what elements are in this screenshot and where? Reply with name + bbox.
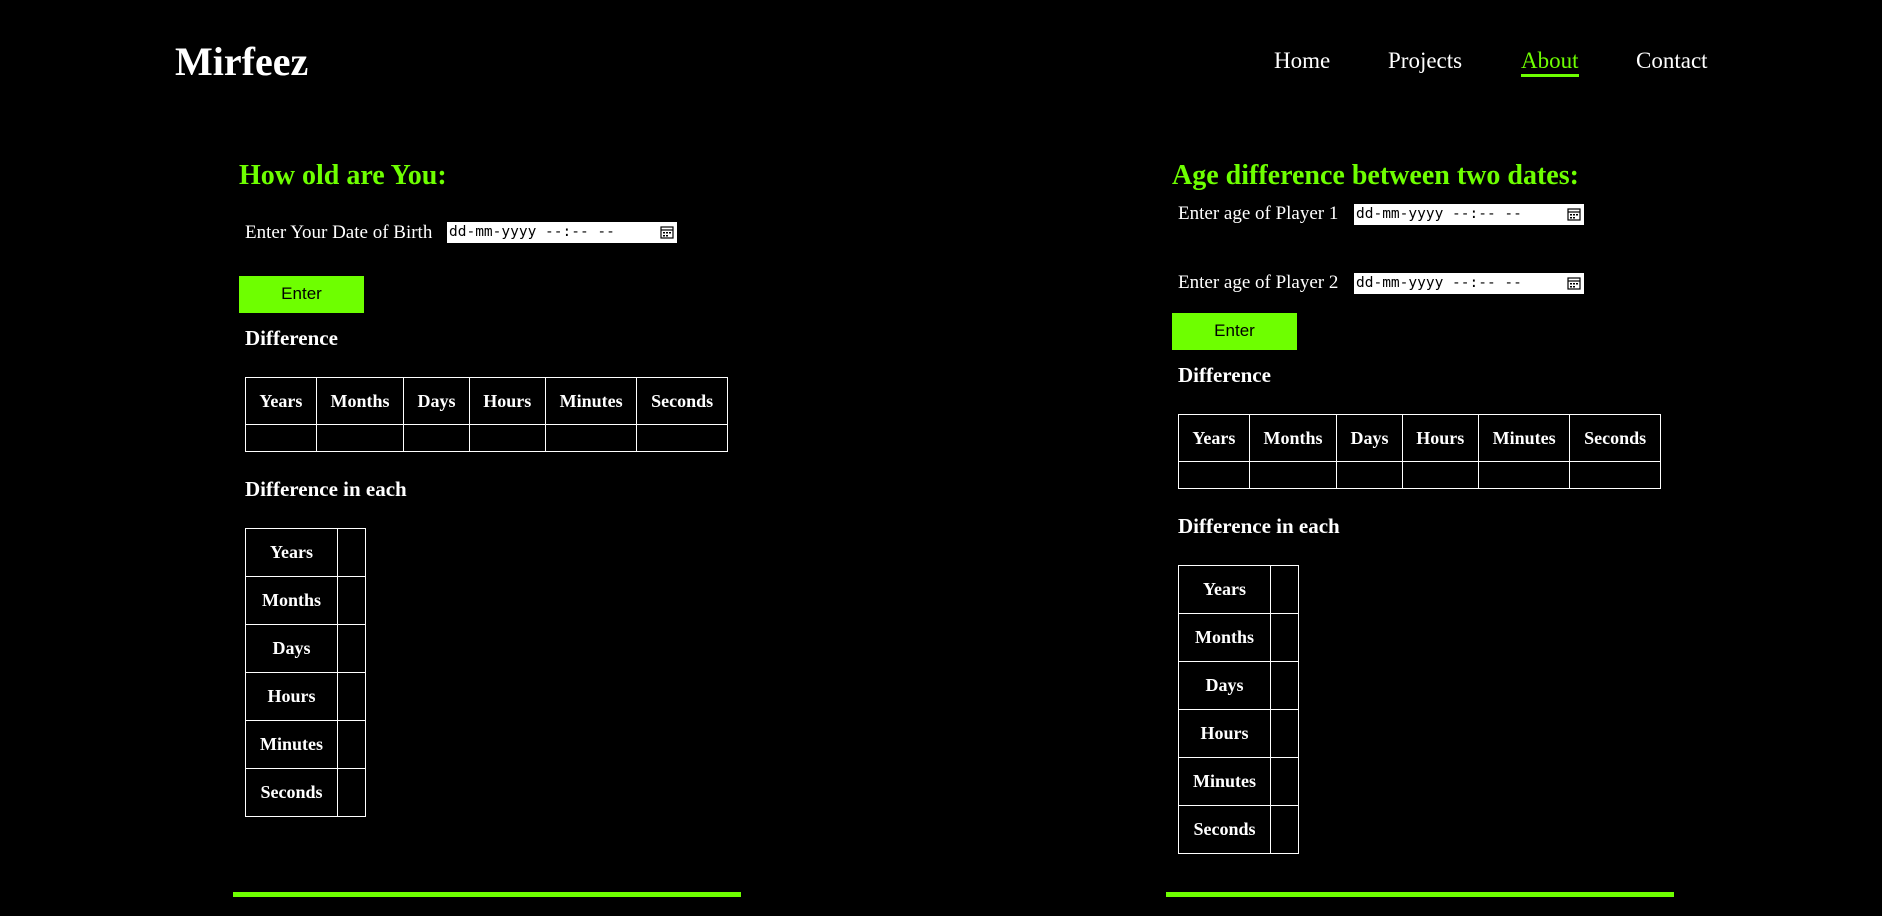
left-enter-button[interactable]: Enter [239,276,364,313]
player2-placeholder: dd-mm-yyyy --:-- -- [1356,275,1522,291]
col-days: Days [403,377,470,425]
right-divider [1166,892,1674,897]
value-seconds [1270,805,1299,854]
dob-label: Enter Your Date of Birth [245,222,433,243]
value-months [1270,613,1299,662]
value-minutes [337,720,366,769]
value-seconds [1569,461,1661,489]
site-logo[interactable]: Mirfeez [175,38,308,85]
value-hours [337,672,366,721]
player1-date-input[interactable]: dd-mm-yyyy --:-- -- [1354,204,1584,225]
value-hours [468,424,546,452]
player1-label: Enter age of Player 1 [1178,203,1339,224]
col-minutes: Minutes [1477,414,1571,462]
left-difference-table: Years Months Days Hours Minutes Seconds [245,377,728,452]
value-years [1270,565,1299,614]
col-seconds: Seconds [1569,414,1661,462]
col-years: Years [1178,414,1250,462]
right-enter-button[interactable]: Enter [1172,313,1297,350]
value-minutes [544,424,638,452]
row-months: Months [1178,613,1271,662]
row-days: Days [1178,661,1271,710]
row-years: Years [245,528,338,577]
left-difference-each-heading: Difference in each [245,477,407,501]
value-hours [1270,709,1299,758]
right-heading: Age difference between two dates: [1172,160,1579,191]
row-seconds: Seconds [1178,805,1271,854]
calendar-icon[interactable] [1567,276,1581,290]
right-difference-each-heading: Difference in each [1178,514,1340,538]
value-minutes [1270,757,1299,806]
col-months: Months [1248,414,1338,462]
nav-about[interactable]: About [1521,48,1579,77]
right-difference-heading: Difference [1178,363,1271,387]
player2-label: Enter age of Player 2 [1178,272,1339,293]
row-days: Days [245,624,338,673]
row-months: Months [245,576,338,625]
value-seconds [636,424,728,452]
nav-projects[interactable]: Projects [1388,48,1462,74]
value-days [1336,461,1403,489]
col-days: Days [1336,414,1403,462]
nav-contact[interactable]: Contact [1636,48,1708,74]
value-years [1178,461,1250,489]
right-difference-each-table: Years Months Days Hours Minutes Seconds [1178,565,1299,854]
value-months [1248,461,1338,489]
player1-placeholder: dd-mm-yyyy --:-- -- [1356,206,1522,222]
row-years: Years [1178,565,1271,614]
col-years: Years [245,377,317,425]
value-days [337,624,366,673]
col-months: Months [315,377,405,425]
value-seconds [337,768,366,817]
left-divider [233,892,741,897]
nav-home[interactable]: Home [1274,48,1330,74]
value-months [315,424,405,452]
value-months [337,576,366,625]
value-years [245,424,317,452]
right-difference-table: Years Months Days Hours Minutes Seconds [1178,414,1661,489]
col-seconds: Seconds [636,377,728,425]
calendar-icon[interactable] [660,225,674,239]
value-hours [1401,461,1479,489]
row-minutes: Minutes [1178,757,1271,806]
col-hours: Hours [468,377,546,425]
dob-placeholder: dd-mm-yyyy --:-- -- [449,224,615,240]
col-minutes: Minutes [544,377,638,425]
left-heading: How old are You: [239,160,447,191]
value-minutes [1477,461,1571,489]
row-hours: Hours [245,672,338,721]
calendar-icon[interactable] [1567,207,1581,221]
value-days [403,424,470,452]
dob-input[interactable]: dd-mm-yyyy --:-- -- [447,222,677,243]
value-days [1270,661,1299,710]
left-difference-each-table: Years Months Days Hours Minutes Seconds [245,528,366,817]
left-difference-heading: Difference [245,326,338,350]
value-years [337,528,366,577]
col-hours: Hours [1401,414,1479,462]
row-minutes: Minutes [245,720,338,769]
row-hours: Hours [1178,709,1271,758]
row-seconds: Seconds [245,768,338,817]
player2-date-input[interactable]: dd-mm-yyyy --:-- -- [1354,273,1584,294]
